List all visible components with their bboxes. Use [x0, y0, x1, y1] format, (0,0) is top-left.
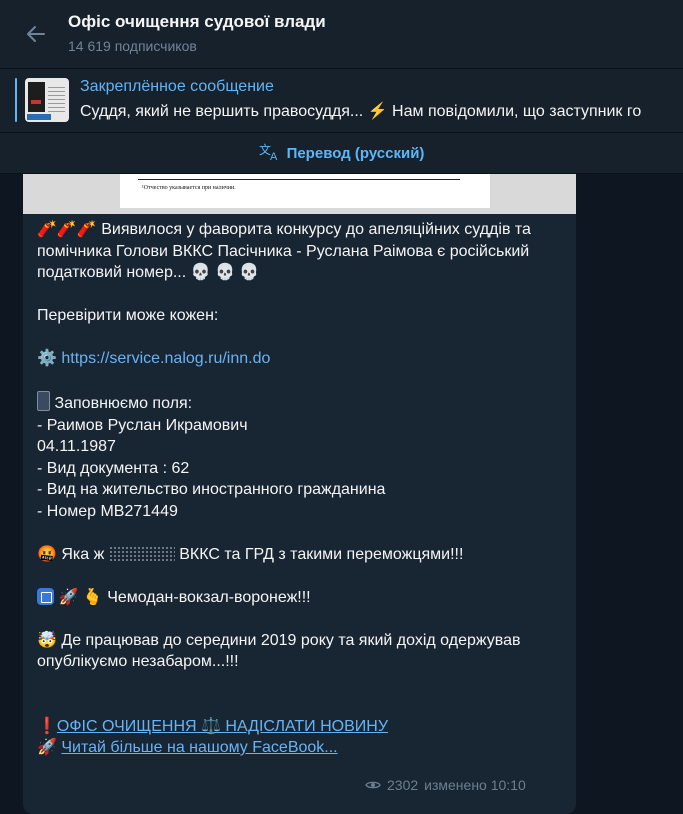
travel-text: Чемодан-вокзал-воронеж!!!: [102, 588, 311, 606]
luggage-icon: [37, 587, 54, 605]
intro-text: Виявилося у фаворита конкурсу до апеляці…: [37, 221, 531, 281]
arrow-left-icon: [27, 26, 45, 42]
field-line: 04.11.1987: [37, 438, 116, 455]
rocket-emoji: 🚀: [37, 739, 57, 756]
channel-title[interactable]: Офіс очищення судової влади: [68, 12, 326, 32]
fill-title-line: Заповнюємо поля:: [37, 391, 567, 415]
skull-emoji: 💀 💀 💀: [190, 264, 260, 281]
phone-icon: [37, 391, 50, 411]
boom-text: Де працював до середини 2019 року та яки…: [37, 631, 521, 671]
footer-line-2: 🚀 Читай більше на нашому FaceBook...: [37, 737, 567, 759]
eye-icon: [365, 781, 381, 789]
message-meta: 2302 изменено 10:10: [365, 777, 526, 793]
translate-icon: 文 A: [259, 142, 281, 164]
fill-title: Заповнюємо поля:: [50, 395, 193, 412]
pinned-text: Суддя, який не вершить правосуддя... ⚡ Н…: [80, 103, 642, 120]
link-line: ⚙️ https://service.nalog.ru/inn.do: [37, 348, 567, 370]
send-news-link[interactable]: ОФІС ОЧИЩЕННЯ ⚖️ НАДІСЛАТИ НОВИНУ: [57, 718, 388, 735]
angry-prefix: Яка ж: [56, 545, 109, 563]
document-rule: [138, 179, 460, 180]
pinned-label: Закреплённое сообщение: [80, 78, 274, 95]
facebook-link[interactable]: Читай більше на нашому FaceBook...: [61, 739, 337, 756]
back-button[interactable]: [20, 18, 52, 50]
field-line: - Номер МВ271449: [37, 502, 178, 520]
gear-emoji: ⚙️: [37, 350, 57, 367]
angry-line: 🤬 Яка ж ВККС та ГРД з такими переможцями…: [37, 544, 567, 566]
svg-text:A: A: [270, 151, 278, 161]
check-text: Перевірити може кожен:: [37, 307, 219, 324]
chat-header: Офіс очищення судової влади 14 619 подпи…: [0, 0, 683, 69]
exclamation-emoji: ❗: [37, 717, 57, 735]
intro-paragraph: 🧨🧨🧨 Виявилося у фаворита конкурсу до апе…: [37, 219, 567, 284]
field-line: - Вид на жительство иностранного граждан…: [37, 481, 386, 498]
dynamite-emoji: 🧨🧨🧨: [37, 221, 97, 238]
message-bubble: ¹Отчество указывается при наличии. 🧨🧨🧨 В…: [23, 174, 576, 814]
field-line: - Вид документа : 62: [37, 459, 190, 477]
exploding-head-emoji: 🤯: [37, 631, 57, 649]
footer-line-1: ❗ОФІС ОЧИЩЕННЯ ⚖️ НАДІСЛАТИ НОВИНУ: [37, 716, 567, 738]
pinned-message-bar[interactable]: Закреплённое сообщение Суддя, який не ве…: [0, 69, 683, 133]
travel-emoji: 🚀 🫰: [58, 588, 103, 606]
document-page: ¹Отчество указывается при наличии.: [120, 174, 490, 208]
translate-button[interactable]: 文 A Перевод (русский): [0, 133, 683, 174]
angry-suffix: ВККС та ГРД з такими переможцями!!!: [174, 545, 464, 563]
pinned-indicator: [15, 78, 17, 122]
document-footnote: ¹Отчество указывается при наличии.: [142, 185, 236, 191]
angry-emoji: 🤬: [37, 545, 57, 563]
travel-line: 🚀 🫰 Чемодан-вокзал-воронеж!!!: [37, 587, 567, 609]
document-photo[interactable]: ¹Отчество указывается при наличии.: [23, 174, 576, 214]
translate-label: Перевод (русский): [286, 144, 425, 162]
field-line: - Раимов Руслан Икрамович: [37, 416, 248, 434]
pinned-thumbnail: [25, 78, 69, 122]
message-text: 🧨🧨🧨 Виявилося у фаворита конкурсу до апе…: [37, 219, 567, 759]
view-count: 2302: [387, 777, 419, 793]
service-link[interactable]: https://service.nalog.ru/inn.do: [61, 350, 270, 367]
spoiler-text[interactable]: [108, 545, 175, 561]
edited-time: изменено 10:10: [424, 777, 526, 793]
boom-line: 🤯 Де працював до середини 2019 року та я…: [37, 630, 567, 673]
subscriber-count: 14 619 подписчиков: [68, 38, 197, 54]
